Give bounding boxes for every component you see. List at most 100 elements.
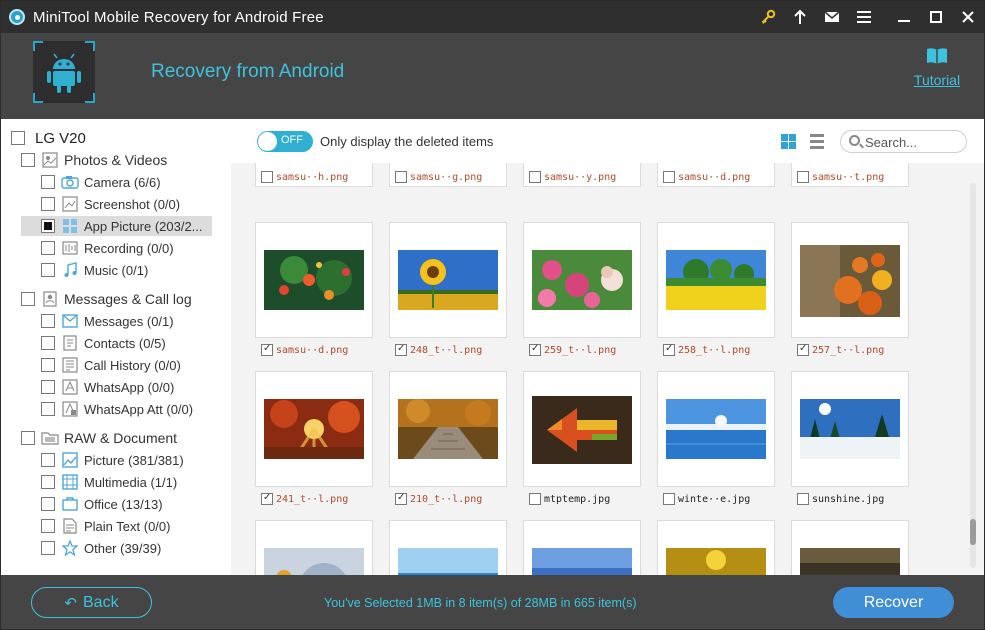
item-checkbox[interactable] [41,263,55,277]
file-checkbox[interactable] [261,492,273,505]
item-checkbox[interactable] [41,358,55,372]
minimize-icon[interactable] [888,1,920,33]
file-card[interactable] [791,520,909,575]
upload-icon[interactable] [784,1,816,33]
file-checkbox[interactable] [529,343,541,356]
search-input[interactable] [865,134,961,150]
tree-item-whatsapp[interactable]: WhatsApp (0/0) [41,377,174,397]
tree-item-whatsapp-att[interactable]: WhatsApp Att (0/0) [41,399,193,419]
tree-item-office[interactable]: Office (13/13) [41,494,163,514]
file-card[interactable]: samsu··y.png [523,163,641,187]
tree-item-picture[interactable]: Picture (381/381) [41,450,184,470]
item-checkbox[interactable] [41,241,55,255]
file-card[interactable] [389,520,507,575]
menu-icon[interactable] [848,1,880,33]
tree-group-photos-videos[interactable]: Photos & Videos [21,150,167,170]
file-card[interactable]: samsu··h.png [255,163,373,187]
group-checkbox[interactable] [21,431,35,445]
tree-item-recording[interactable]: Recording (0/0) [41,238,174,258]
close-icon[interactable] [952,1,984,33]
file-card[interactable]: 241_t··l.png [255,371,373,505]
item-checkbox[interactable] [41,336,55,350]
item-checkbox[interactable] [41,314,55,328]
file-card[interactable] [657,520,775,575]
file-checkbox[interactable] [395,492,407,505]
item-checkbox[interactable] [41,219,55,233]
scroll-track[interactable] [970,183,976,568]
office-icon [61,496,79,512]
tree-group-messages-call-log[interactable]: Messages & Call log [21,289,192,309]
file-checkbox[interactable] [663,493,675,505]
tree-item-plain-text[interactable]: Plain Text (0/0) [41,516,170,536]
key-icon[interactable] [752,1,784,33]
item-checkbox[interactable] [41,475,55,489]
item-checkbox[interactable] [41,197,55,211]
device-checkbox[interactable] [11,131,25,145]
file-checkbox[interactable] [395,343,407,356]
selection-status: You've Selected 1MB in 8 item(s) of 28MB… [324,596,637,610]
group-checkbox[interactable] [21,153,35,167]
scroll-thumb[interactable] [970,519,976,545]
grid-view-icon[interactable] [781,134,796,149]
app-window: MiniTool Mobile Recovery for Android Fre… [0,0,985,630]
item-checkbox[interactable] [41,453,55,467]
window-title: MiniTool Mobile Recovery for Android Fre… [33,8,324,26]
picture-icon [61,452,79,468]
back-button[interactable]: ↶ Back [31,587,152,618]
tree-item-camera[interactable]: Camera (6/6) [41,172,161,192]
tutorial-label[interactable]: Tutorial [912,72,962,88]
file-card[interactable]: 248_t··l.png [389,222,507,356]
file-card[interactable]: 258_t··l.png [657,222,775,356]
file-checkbox[interactable] [261,171,273,183]
maximize-icon[interactable] [920,1,952,33]
tree-item-messages[interactable]: Messages (0/1) [41,311,174,331]
tree-item-contacts[interactable]: Contacts (0/5) [41,333,166,353]
file-checkbox[interactable] [797,171,809,183]
item-checkbox[interactable] [41,519,55,533]
whatsapp-icon [61,379,79,395]
grid-scrollbar[interactable] [966,163,984,575]
tree-item-call-history[interactable]: Call History (0/0) [41,355,181,375]
list-view-icon[interactable] [810,134,824,149]
file-checkbox[interactable] [395,171,407,183]
device-name: LG V20 [35,129,86,147]
tree-group-raw-document[interactable]: RAW & Document [21,428,177,448]
recover-button[interactable]: Recover [833,587,954,618]
item-checkbox[interactable] [41,497,55,511]
file-checkbox[interactable] [797,343,809,356]
tree-item-other[interactable]: Other (39/39) [41,538,161,558]
screenshot-icon [61,196,79,212]
item-checkbox[interactable] [41,402,55,416]
item-checkbox[interactable] [41,380,55,394]
mail-icon[interactable] [816,1,848,33]
file-card[interactable]: samsu··g.png [389,163,507,187]
tutorial-link[interactable]: Tutorial [912,47,962,88]
file-checkbox[interactable] [663,171,675,183]
file-checkbox[interactable] [261,343,273,356]
item-checkbox[interactable] [41,175,55,189]
file-checkbox[interactable] [663,343,675,356]
file-checkbox[interactable] [529,171,541,183]
tree-item-screenshot[interactable]: Screenshot (0/0) [41,194,180,214]
file-card[interactable]: winte··e.jpg [657,371,775,505]
tree-item-multimedia[interactable]: Multimedia (1/1) [41,472,177,492]
tree-root-device[interactable]: LG V20 [11,128,86,148]
file-card[interactable]: 210_t··l.png [389,371,507,505]
group-checkbox[interactable] [21,292,35,306]
file-checkbox[interactable] [529,493,541,505]
file-card[interactable] [523,520,641,575]
file-checkbox[interactable] [797,493,809,505]
tree-item-music[interactable]: Music (0/1) [41,260,148,280]
search-box[interactable] [840,130,967,153]
file-card[interactable]: samsu··d.png [255,222,373,356]
file-card[interactable]: samsu··t.png [791,163,909,187]
file-card[interactable]: mtptemp.jpg [523,371,641,505]
file-card[interactable]: sunshine.jpg [791,371,909,505]
deleted-only-toggle[interactable]: OFF [257,131,313,152]
file-card[interactable]: samsu··d.png [657,163,775,187]
item-checkbox[interactable] [41,541,55,555]
tree-item-app-picture[interactable]: App Picture (203/2... [21,216,212,236]
file-card[interactable] [255,520,373,575]
file-card[interactable]: 259_t··l.png [523,222,641,356]
file-card[interactable]: 257_t··l.png [791,222,909,356]
